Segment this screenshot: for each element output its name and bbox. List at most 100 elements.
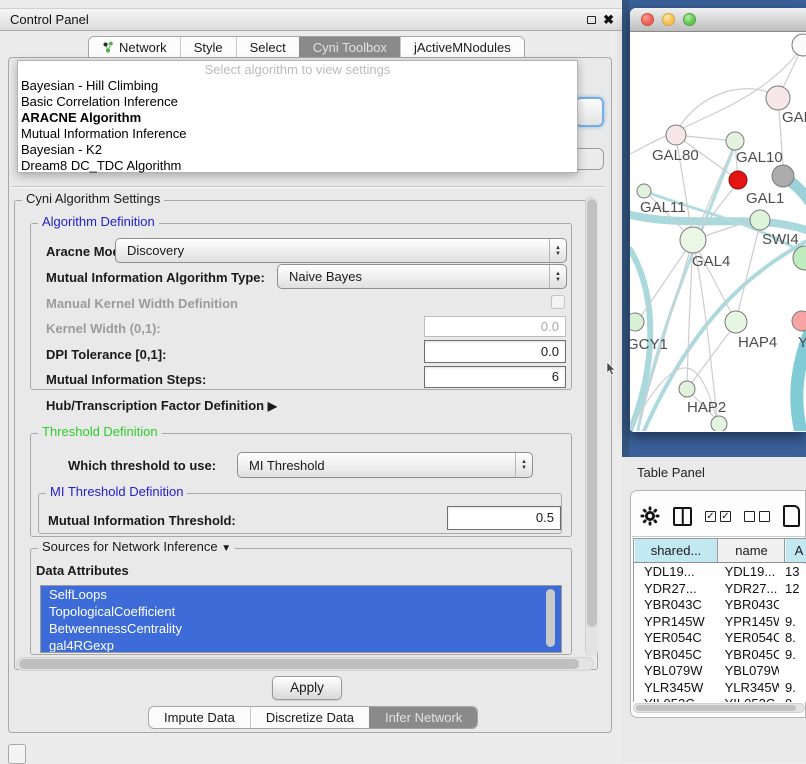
scrollbar-thumb[interactable] xyxy=(587,199,597,627)
network-node[interactable] xyxy=(725,311,747,333)
network-node[interactable] xyxy=(792,34,806,56)
close-icon[interactable]: ✖ xyxy=(603,15,614,25)
table-row[interactable]: YDR27...YDR27...12 xyxy=(634,581,806,598)
network-edge[interactable] xyxy=(687,326,734,389)
settings-horizontal-scrollbar[interactable] xyxy=(16,657,594,671)
dropdown-item[interactable]: Mutual Information Inference xyxy=(18,126,577,142)
column-layout-icon[interactable] xyxy=(673,507,692,526)
table-row[interactable]: YER054CYER054C8. xyxy=(634,630,806,647)
network-node[interactable] xyxy=(666,125,686,145)
network-node[interactable] xyxy=(726,132,744,150)
table-row[interactable]: YBR045CYBR045C9. xyxy=(634,647,806,664)
attribute-item[interactable]: TopologicalCoefficient xyxy=(41,603,561,620)
sources-group-title[interactable]: Sources for Network Inference ▼ xyxy=(38,540,235,556)
table-cell: YDL19... xyxy=(634,564,715,581)
control-panel-titlebar[interactable]: Control Panel ✖ xyxy=(0,8,622,31)
unselect-all-checks-icon[interactable] xyxy=(744,511,770,522)
column-header[interactable]: shared... xyxy=(634,539,718,562)
network-node[interactable] xyxy=(766,86,790,110)
settings-vertical-scrollbar[interactable] xyxy=(585,196,598,656)
network-node[interactable] xyxy=(772,165,794,187)
dropdown-prompt: Select algorithm to view settings xyxy=(18,61,577,78)
mi-type-select[interactable]: Naive Bayes ▲▼ xyxy=(277,264,567,289)
select-all-checks-icon[interactable]: ✓ ✓ xyxy=(705,511,731,522)
inference-algorithm-combobox-fragment[interactable] xyxy=(575,97,604,127)
network-node-label: GAL4 xyxy=(692,253,730,270)
scrollbar-thumb[interactable] xyxy=(19,659,579,669)
tab-label: Select xyxy=(250,37,286,58)
bottom-tab-bar: Impute DataDiscretize DataInfer Network xyxy=(148,706,478,729)
data-attributes-list[interactable]: SelfLoopsTopologicalCoefficientBetweenne… xyxy=(40,585,562,653)
bottom-tab-discretize-data[interactable]: Discretize Data xyxy=(250,707,369,728)
unchecked-box-icon xyxy=(759,511,770,522)
table-cell: YDR27... xyxy=(634,581,715,598)
tab-jactivemnodules[interactable]: jActiveMNodules xyxy=(400,37,524,57)
table-toolbar: ✓ ✓ xyxy=(640,503,800,529)
network-tab-icon xyxy=(102,41,114,53)
table-row[interactable]: YIL052CYIL052C9 xyxy=(634,696,806,702)
tab-label: Network xyxy=(119,37,167,58)
file-icon[interactable] xyxy=(783,505,800,527)
scrollbar-thumb[interactable] xyxy=(636,705,796,711)
attribute-item[interactable]: gal4RGexp xyxy=(41,637,561,653)
network-canvas[interactable]: GALGAL80GAL10GAL1GAL11SWI4GAL4GCY1HAP4YH… xyxy=(630,32,806,431)
network-node[interactable] xyxy=(729,171,747,189)
network-node[interactable] xyxy=(637,184,651,198)
network-node[interactable] xyxy=(711,416,727,431)
float-window-icon[interactable] xyxy=(587,16,596,24)
table-row[interactable]: YLR345WYLR345W9. xyxy=(634,680,806,697)
network-edge[interactable] xyxy=(693,143,735,240)
network-node[interactable] xyxy=(680,227,706,253)
tab-cyni-toolbox[interactable]: Cyni Toolbox xyxy=(299,37,400,57)
network-node[interactable] xyxy=(630,313,644,331)
attribute-item[interactable]: BetweennessCentrality xyxy=(41,620,561,637)
column-header[interactable]: name xyxy=(718,539,785,562)
dropdown-item[interactable]: Bayesian - Hill Climbing xyxy=(18,78,577,94)
kernel-width-field[interactable]: 0.0 xyxy=(424,316,566,337)
dropdown-item[interactable]: Bayesian - K2 xyxy=(18,142,577,158)
attribute-list-scrollbar[interactable] xyxy=(546,589,555,647)
tab-label: Cyni Toolbox xyxy=(313,37,387,58)
table-cell: YIL052C xyxy=(715,696,779,702)
network-node[interactable] xyxy=(679,381,695,397)
gear-icon[interactable] xyxy=(640,506,660,526)
network-node-label: GAL10 xyxy=(736,149,783,166)
mi-steps-field[interactable]: 6 xyxy=(424,366,566,388)
dropdown-item[interactable]: Dream8 DC_TDC Algorithm xyxy=(18,158,577,174)
column-header[interactable]: A xyxy=(785,539,806,562)
manual-kernel-checkbox[interactable] xyxy=(551,295,565,309)
table-row[interactable]: YBR043CYBR043C xyxy=(634,597,806,614)
tab-select[interactable]: Select xyxy=(236,37,299,57)
which-threshold-select[interactable]: MI Threshold ▲▼ xyxy=(237,452,533,478)
network-node[interactable] xyxy=(792,311,806,331)
network-node[interactable] xyxy=(750,210,770,230)
tab-network[interactable]: Network xyxy=(89,37,180,57)
table-row[interactable]: YPR145WYPR145W9. xyxy=(634,614,806,631)
mi-threshold-field[interactable]: 0.5 xyxy=(447,506,561,530)
hub-definition-toggle[interactable]: Hub/Transcription Factor Definition ▶ xyxy=(46,398,277,413)
network-window-titlebar[interactable] xyxy=(630,8,806,32)
table-cell: 9. xyxy=(779,647,806,664)
table-cell: YBR043C xyxy=(715,597,779,614)
bottom-tab-infer-network[interactable]: Infer Network xyxy=(369,707,477,728)
table-row[interactable]: YDL19...YDL19...13 xyxy=(634,564,806,581)
dropdown-item[interactable]: ARACNE Algorithm xyxy=(18,110,577,126)
close-traffic-light[interactable] xyxy=(641,13,654,26)
tab-style[interactable]: Style xyxy=(180,37,236,57)
dropdown-item[interactable]: Basic Correlation Inference xyxy=(18,94,577,110)
minimize-traffic-light[interactable] xyxy=(662,13,675,26)
table-panel-title: Table Panel xyxy=(637,465,705,480)
network-edge[interactable] xyxy=(676,89,778,133)
dpi-tolerance-field[interactable]: 0.0 xyxy=(424,340,566,363)
zoom-traffic-light[interactable] xyxy=(683,13,696,26)
bottom-tab-impute-data[interactable]: Impute Data xyxy=(149,707,250,728)
apply-button[interactable]: Apply xyxy=(272,676,342,700)
minimized-panel-icon[interactable] xyxy=(8,744,26,764)
table-row[interactable]: YBL079WYBL079W xyxy=(634,663,806,680)
attribute-item[interactable]: SelfLoops xyxy=(41,586,561,603)
table-horizontal-scrollbar[interactable] xyxy=(633,703,805,713)
table-cell: YPR145W xyxy=(715,614,779,631)
table-cell: YBR043C xyxy=(634,597,715,614)
table-cell xyxy=(779,597,806,614)
aracne-mode-select[interactable]: Discovery ▲▼ xyxy=(115,238,567,263)
